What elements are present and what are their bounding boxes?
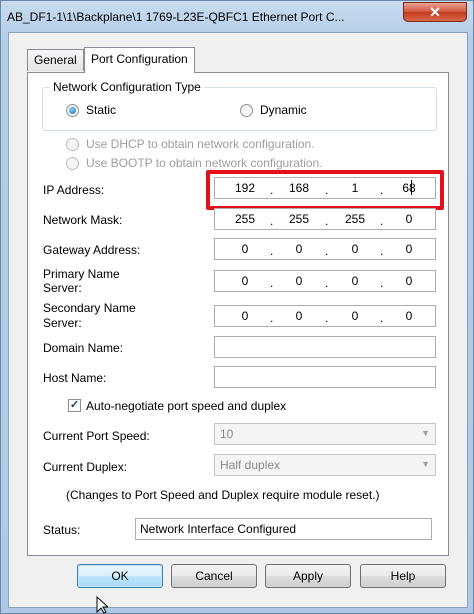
gateway-octet-1[interactable]: 0 xyxy=(225,242,265,256)
status-value: Network Interface Configured xyxy=(140,522,297,536)
close-icon: ✕ xyxy=(429,4,441,20)
dynamic-radio-label: Dynamic xyxy=(260,103,307,117)
tab-port-configuration[interactable]: Port Configuration xyxy=(84,47,195,73)
chevron-down-icon: ▼ xyxy=(421,428,430,438)
host-name-label: Host Name: xyxy=(43,371,107,385)
ok-button[interactable]: OK xyxy=(77,564,163,588)
gateway-octet-3[interactable]: 0 xyxy=(335,242,375,256)
secondary-ns-field[interactable]: 0 . 0 . 0 . 0 xyxy=(214,305,436,327)
static-radio-label: Static xyxy=(86,103,117,117)
port-speed-select[interactable]: 10 ▼ xyxy=(214,423,436,445)
ip-address-label: IP Address: xyxy=(43,183,105,197)
domain-name-label: Domain Name: xyxy=(43,341,124,355)
chevron-down-icon: ▼ xyxy=(421,459,430,469)
port-speed-value: 10 xyxy=(220,427,234,441)
primary-ns-label-line1: Primary Name xyxy=(43,267,120,281)
secondary-ns-octet-3[interactable]: 0 xyxy=(335,309,375,323)
tab-port-configuration-label: Port Configuration xyxy=(91,52,188,66)
cancel-button[interactable]: Cancel xyxy=(171,564,257,588)
dhcp-radio-label: Use DHCP to obtain network configuration… xyxy=(86,137,315,151)
mask-octet-3[interactable]: 255 xyxy=(335,212,375,226)
gateway-octet-4[interactable]: 0 xyxy=(389,242,429,256)
duplex-select[interactable]: Half duplex ▼ xyxy=(214,454,436,476)
check-icon: ✓ xyxy=(69,399,80,411)
dhcp-radio[interactable] xyxy=(66,138,79,151)
help-button[interactable]: Help xyxy=(360,564,446,588)
mouse-cursor-icon xyxy=(96,596,108,614)
autonegotiate-label: Auto-negotiate port speed and duplex xyxy=(86,399,287,413)
tab-general[interactable]: General xyxy=(27,49,84,71)
host-name-input[interactable] xyxy=(214,366,436,388)
primary-ns-octet-2[interactable]: 0 xyxy=(279,274,319,288)
gateway-field[interactable]: 0 . 0 . 0 . 0 xyxy=(214,238,436,260)
port-speed-label: Current Port Speed: xyxy=(43,429,150,443)
status-label: Status: xyxy=(43,523,81,537)
primary-ns-label-line2: Server: xyxy=(43,281,82,295)
ip-address-highlight xyxy=(206,170,444,210)
secondary-ns-label-line2: Server: xyxy=(43,316,82,330)
network-mask-field[interactable]: 255 . 255 . 255 . 0 xyxy=(214,208,436,230)
gateway-octet-2[interactable]: 0 xyxy=(279,242,319,256)
close-button[interactable]: ✕ xyxy=(403,2,467,22)
secondary-ns-octet-1[interactable]: 0 xyxy=(225,309,265,323)
primary-ns-field[interactable]: 0 . 0 . 0 . 0 xyxy=(214,270,436,292)
bootp-radio-label: Use BOOTP to obtain network configuratio… xyxy=(86,156,323,170)
duplex-label: Current Duplex: xyxy=(43,460,128,474)
network-mask-label: Network Mask: xyxy=(43,213,123,227)
network-config-type-legend: Network Configuration Type xyxy=(50,80,204,94)
bootp-radio[interactable] xyxy=(66,157,79,170)
mask-octet-2[interactable]: 255 xyxy=(279,212,319,226)
secondary-ns-octet-2[interactable]: 0 xyxy=(279,309,319,323)
primary-ns-octet-3[interactable]: 0 xyxy=(335,274,375,288)
domain-name-input[interactable] xyxy=(214,336,436,358)
apply-button[interactable]: Apply xyxy=(265,564,351,588)
secondary-ns-label-line1: Secondary Name xyxy=(43,301,136,315)
dynamic-radio[interactable] xyxy=(240,104,253,117)
tab-general-label: General xyxy=(34,53,77,67)
mask-octet-1[interactable]: 255 xyxy=(225,212,265,226)
title-bar[interactable]: AB_DF1-1\1\Backplane\1 1769-L23E-QBFC1 E… xyxy=(1,1,473,33)
window-title: AB_DF1-1\1\Backplane\1 1769-L23E-QBFC1 E… xyxy=(7,10,345,24)
static-radio[interactable] xyxy=(66,104,79,117)
primary-ns-octet-4[interactable]: 0 xyxy=(389,274,429,288)
status-field: Network Interface Configured xyxy=(135,518,432,540)
secondary-ns-octet-4[interactable]: 0 xyxy=(389,309,429,323)
autonegotiate-checkbox[interactable]: ✓ xyxy=(68,399,81,412)
reset-note: (Changes to Port Speed and Duplex requir… xyxy=(66,488,380,502)
mask-octet-4[interactable]: 0 xyxy=(389,212,429,226)
duplex-value: Half duplex xyxy=(220,458,281,472)
primary-ns-octet-1[interactable]: 0 xyxy=(225,274,265,288)
gateway-label: Gateway Address: xyxy=(43,243,141,257)
